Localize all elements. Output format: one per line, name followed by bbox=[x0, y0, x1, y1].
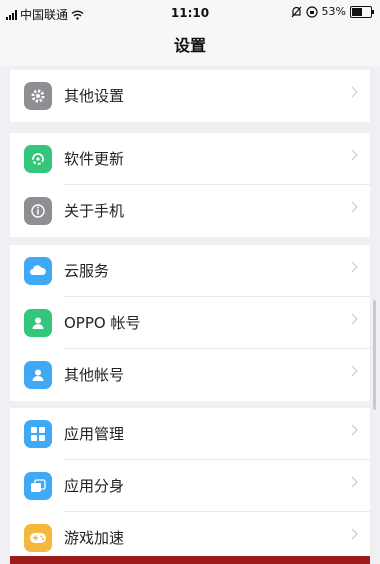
status-right: 53% bbox=[291, 5, 374, 18]
bottom-strip bbox=[10, 556, 370, 564]
chevron-right-icon bbox=[346, 424, 358, 436]
row-label: 应用管理 bbox=[64, 425, 125, 443]
status-bar: 中国联通 11:10 53% bbox=[0, 0, 380, 26]
row-app-management[interactable]: 应用管理 bbox=[10, 408, 370, 460]
chevron-right-icon bbox=[346, 528, 358, 540]
app-clone-icon bbox=[24, 472, 52, 500]
row-oppo-account[interactable]: OPPO 帐号 bbox=[10, 297, 370, 349]
settings-group-accounts: 云服务 OPPO 帐号 其他帐号 bbox=[10, 245, 370, 401]
page-title: 设置 bbox=[0, 26, 380, 66]
row-label: 其他设置 bbox=[64, 87, 125, 105]
row-label: 关于手机 bbox=[64, 202, 125, 220]
update-icon bbox=[24, 145, 52, 173]
row-label: 云服务 bbox=[64, 262, 110, 280]
mute-bell-icon bbox=[291, 6, 301, 17]
scrollbar-thumb[interactable] bbox=[373, 300, 376, 410]
chevron-right-icon bbox=[346, 476, 358, 488]
chevron-right-icon bbox=[346, 149, 358, 161]
row-label: 其他帐号 bbox=[64, 366, 125, 384]
chevron-right-icon bbox=[346, 261, 358, 273]
battery-icon bbox=[350, 5, 374, 18]
row-software-update[interactable]: 软件更新 bbox=[10, 133, 370, 185]
account-icon bbox=[24, 309, 52, 337]
rotation-lock-icon bbox=[305, 5, 318, 18]
person-icon bbox=[24, 361, 52, 389]
row-label: 应用分身 bbox=[64, 477, 125, 495]
chevron-right-icon bbox=[346, 313, 358, 325]
settings-group-other: 其他设置 bbox=[10, 70, 370, 122]
apps-grid-icon bbox=[24, 420, 52, 448]
row-app-clone[interactable]: 应用分身 bbox=[10, 460, 370, 512]
chevron-right-icon bbox=[346, 201, 358, 213]
row-label: 软件更新 bbox=[64, 150, 125, 168]
row-other-accounts[interactable]: 其他帐号 bbox=[10, 349, 370, 401]
row-about-phone[interactable]: 关于手机 bbox=[10, 185, 370, 237]
chevron-right-icon bbox=[346, 365, 358, 377]
gamepad-icon bbox=[24, 524, 52, 552]
gear-icon bbox=[24, 82, 52, 110]
row-cloud-service[interactable]: 云服务 bbox=[10, 245, 370, 297]
row-other-settings[interactable]: 其他设置 bbox=[10, 70, 370, 122]
info-icon bbox=[24, 197, 52, 225]
chevron-right-icon bbox=[346, 86, 358, 98]
row-label: OPPO 帐号 bbox=[64, 314, 141, 332]
settings-group-system: 软件更新 关于手机 bbox=[10, 133, 370, 237]
settings-group-apps: 应用管理 应用分身 游戏加速 bbox=[10, 408, 370, 564]
cloud-icon bbox=[24, 257, 52, 285]
battery-percent: 53% bbox=[321, 5, 346, 18]
